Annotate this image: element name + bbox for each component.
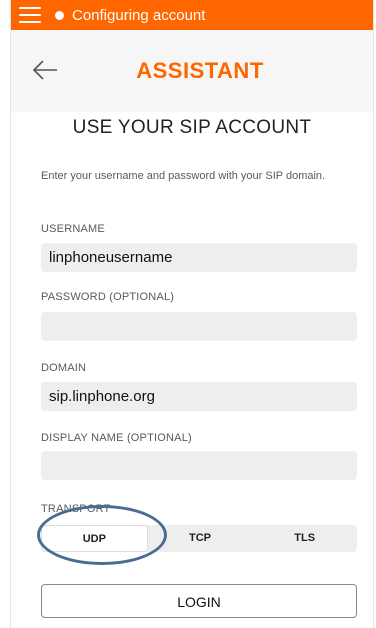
domain-label: DOMAIN: [41, 362, 87, 374]
transport-label: TRANSPORT: [41, 503, 111, 515]
password-field[interactable]: [41, 312, 357, 341]
page-title: USE YOUR SIP ACCOUNT: [72, 117, 312, 138]
header: ASSISTANT: [11, 30, 373, 112]
header-title: ASSISTANT: [136, 58, 264, 83]
display-name-label: DISPLAY NAME (OPTIONAL): [41, 432, 192, 444]
status-text: Configuring account: [72, 6, 206, 24]
transport-udp-button[interactable]: UDP: [41, 525, 148, 552]
display-name-field[interactable]: [41, 451, 357, 480]
password-label: PASSWORD (OPTIONAL): [41, 291, 175, 303]
domain-field[interactable]: sip.linphone.org: [41, 382, 357, 411]
username-field[interactable]: linphoneusername: [41, 243, 357, 272]
status-dot-icon: [55, 10, 64, 20]
transport-tcp-button[interactable]: TCP: [148, 525, 253, 552]
app-frame: Configuring account ASSISTANT USE YOUR S…: [10, 0, 374, 628]
transport-tls-button[interactable]: TLS: [252, 525, 357, 552]
login-button[interactable]: LOGIN: [41, 584, 357, 618]
transport-selector: UDP TCP TLS: [41, 525, 357, 552]
username-label: USERNAME: [41, 223, 105, 235]
instructions-text: Enter your username and password with yo…: [41, 170, 326, 182]
hamburger-menu-icon[interactable]: [19, 7, 41, 23]
status-bar: Configuring account: [11, 0, 373, 30]
